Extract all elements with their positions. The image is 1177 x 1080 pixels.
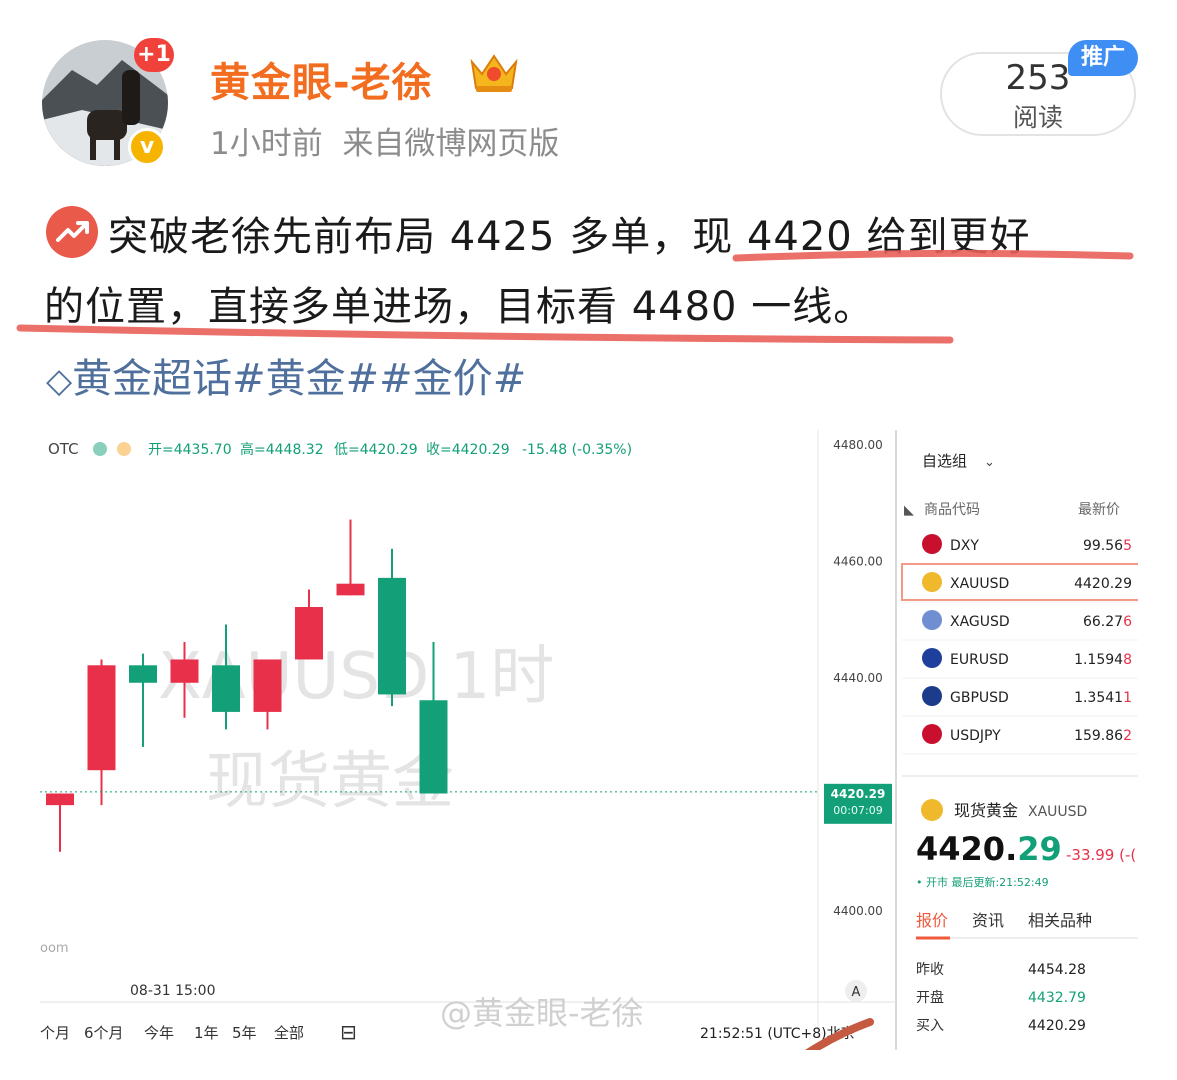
row-price-tail: 6 [1123, 614, 1132, 630]
row-price-tail: 2 [1123, 728, 1132, 744]
candle-body [253, 659, 282, 712]
row-price-main: 1.3541 [1074, 690, 1123, 706]
us-flag-icon [922, 724, 942, 744]
stat-label: 开盘 [916, 989, 944, 1006]
detail-name: 现货黄金 [954, 801, 1018, 820]
range-button[interactable]: 今年 [144, 1024, 174, 1042]
candle-body [295, 607, 323, 660]
row-price-tail: 8 [1123, 652, 1132, 668]
row-symbol: GBPUSD [950, 690, 1009, 706]
row-symbol: USDJPY [950, 728, 1001, 744]
row-price: 4420.29 [1074, 576, 1132, 592]
range-button[interactable]: 6个月 [84, 1024, 124, 1042]
watchlist-row[interactable]: EURUSD 1.15948 [902, 648, 1140, 679]
stat-value: 4454.28 [1028, 962, 1086, 978]
y-tick-label: 4480.00 [833, 438, 883, 452]
x-axis-label: 08-31 15:00 [130, 983, 215, 999]
col-symbol: 商品代码 [924, 502, 980, 518]
row-price: 1.15948 [1074, 652, 1132, 668]
watchlist-row[interactable]: XAUUSD 4420.29 [901, 563, 1141, 603]
ohlc-low: 低=4420.29 [334, 442, 418, 458]
flag-col-icon: ◣ [904, 503, 914, 518]
candle-body [378, 577, 406, 695]
watchlist-group[interactable]: 自选组 [922, 452, 967, 470]
candle-body [87, 665, 116, 771]
status-dot-icon [93, 442, 107, 456]
row-price-tail: 1 [1123, 690, 1132, 706]
row-price-main: 1.1594 [1074, 652, 1123, 668]
detail-tab[interactable]: 报价 [916, 911, 948, 930]
status-dot-icon [117, 442, 131, 456]
range-button[interactable]: 全部 [274, 1024, 304, 1042]
stat-label: 昨收 [916, 962, 944, 978]
detail-status: • 开市 最后更新:21:52:49 [916, 875, 1049, 889]
ohlc-close: 收=4420.29 [426, 442, 510, 458]
ohlc-change: -15.48 (-0.35%) [522, 442, 632, 458]
range-button[interactable]: 1年 [194, 1024, 219, 1042]
silver-flag-icon [922, 610, 942, 630]
watchlist-row[interactable]: USDJPY 159.862 [902, 724, 1140, 755]
detail-change: -33.99 (-( [1066, 846, 1136, 864]
topic-text[interactable]: 黄金超话#黄金##金价# [72, 356, 526, 402]
ohlc-high: 高=4448.32 [240, 441, 324, 458]
watchlist-row[interactable]: XAGUSD 66.276 [902, 610, 1140, 641]
y-tick-label: 4440.00 [833, 671, 883, 685]
candle-body [336, 583, 365, 596]
row-price-main: 159.86 [1074, 728, 1123, 744]
auto-scale-label: A [852, 985, 861, 1000]
underline-marks [16, 249, 1134, 344]
row-price: 99.565 [1083, 538, 1132, 554]
stat-label: 买入 [916, 1018, 944, 1034]
candle-body [129, 665, 157, 683]
gold-flag-icon [922, 572, 942, 592]
gold-coin-icon [921, 799, 943, 821]
row-symbol: XAUUSD [950, 576, 1009, 592]
range-button[interactable]: 5年 [232, 1024, 257, 1042]
row-price-main: 99.56 [1083, 538, 1123, 554]
detail-price-frac: 29 [1017, 830, 1062, 868]
chart-source: OTC [48, 440, 79, 458]
range-button[interactable]: 个月 [40, 1024, 70, 1042]
diamond-icon: ◇ [46, 361, 73, 401]
chart-screenshot: OTC 开=4435.70 高=4448.32 低=4420.29 收=4420… [40, 430, 1141, 1080]
row-price: 66.276 [1083, 614, 1132, 630]
topic-tags[interactable]: ◇黄金超话#黄金##金价# [46, 346, 526, 404]
countdown: 00:07:09 [833, 804, 882, 817]
row-symbol: EURUSD [950, 652, 1009, 668]
row-symbol: DXY [950, 538, 979, 554]
row-price-tail: 5 [1123, 538, 1132, 554]
col-price: 最新价 [1078, 502, 1120, 518]
row-price: 1.35411 [1074, 690, 1132, 706]
row-price: 159.862 [1074, 728, 1132, 744]
us-flag-icon [922, 534, 942, 554]
price-chart: OTC 开=4435.70 高=4448.32 低=4420.29 收=4420… [40, 430, 1141, 1080]
detail-code: XAUUSD [1028, 804, 1087, 820]
detail-price-main: 4420. [916, 830, 1017, 868]
candle-body [46, 793, 74, 806]
chart-watermark-name: 现货黄金 [206, 744, 454, 817]
gb-flag-icon [922, 686, 942, 706]
post-watermark: @黄金眼-老徐 [440, 994, 644, 1032]
detail-tab[interactable]: 资讯 [972, 911, 1004, 930]
watchlist-row[interactable]: DXY 99.565 [902, 534, 1140, 565]
stat-value: 4420.29 [1028, 1018, 1086, 1034]
calendar-icon[interactable]: ⊟ [340, 1020, 357, 1044]
y-tick-label: 4460.00 [833, 554, 883, 568]
candle-body [212, 665, 240, 712]
detail-tab[interactable]: 相关品种 [1028, 911, 1092, 930]
ohlc-open: 开=4435.70 [148, 442, 232, 458]
chevron-down-icon[interactable]: ⌄ [984, 455, 995, 470]
row-price-main: 66.27 [1083, 614, 1123, 630]
current-price-value: 4420.29 [831, 787, 886, 801]
row-price-main: 4420.29 [1074, 576, 1132, 592]
y-tick-label: 4400.00 [833, 904, 883, 918]
candle-body [419, 700, 448, 794]
stat-value: 4432.79 [1028, 990, 1086, 1006]
candle-body [170, 659, 199, 683]
watchlist-row[interactable]: GBPUSD 1.35411 [902, 686, 1140, 717]
row-symbol: XAGUSD [950, 614, 1010, 630]
left-fragment: oom [40, 941, 69, 956]
eu-flag-icon [922, 648, 942, 668]
detail-price: 4420.29 [916, 830, 1062, 868]
